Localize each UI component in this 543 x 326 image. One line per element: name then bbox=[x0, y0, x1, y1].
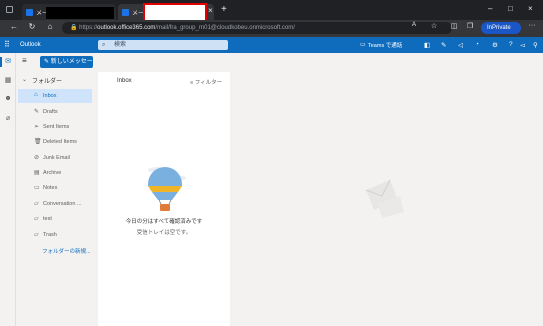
people-icon[interactable]: ☻ bbox=[4, 95, 12, 102]
maximize-icon[interactable]: □ bbox=[508, 4, 513, 13]
folder-notes[interactable]: Notes bbox=[18, 181, 92, 195]
folders-header[interactable]: フォルダー bbox=[32, 76, 62, 85]
folder-icon: ▱ bbox=[34, 232, 39, 238]
folder-deleted-items[interactable]: Deleted Items bbox=[18, 135, 92, 149]
feedback-icon[interactable]: ◅ bbox=[520, 41, 525, 49]
folder-label: Archive bbox=[43, 170, 62, 176]
help-icon[interactable]: ? bbox=[509, 41, 513, 48]
folder-conversation-history[interactable]: Conversation ... bbox=[18, 197, 92, 211]
folder-label: Sent Items bbox=[43, 124, 70, 130]
app-launcher-icon[interactable]: ⠿ bbox=[4, 40, 10, 49]
folder-trash[interactable]: Trash bbox=[18, 228, 92, 242]
filter-label: フィルター bbox=[194, 80, 223, 86]
folder-sent-items[interactable]: Sent Items bbox=[18, 120, 92, 134]
teams-call-button[interactable]: Teams で通話 bbox=[368, 41, 402, 49]
app-rail bbox=[0, 53, 16, 326]
new-message-label: 新しいメッセージ bbox=[44, 59, 93, 77]
todo-icon[interactable]: ✎ bbox=[441, 41, 446, 49]
teams-call-icon: ▭ bbox=[360, 42, 366, 48]
folder-icon: ▱ bbox=[34, 216, 39, 222]
folder-drafts[interactable]: Drafts bbox=[18, 105, 92, 119]
search-icon: ⌕ bbox=[102, 42, 106, 48]
folder-label: Drafts bbox=[43, 109, 58, 115]
home-icon[interactable]: ⌂ bbox=[44, 22, 56, 31]
send-icon: ➢ bbox=[34, 124, 40, 130]
empty-state-subtitle: 受信トレイは空です。 bbox=[136, 230, 192, 236]
folder-label: Junk Email bbox=[43, 155, 70, 161]
junk-icon: ⊘ bbox=[34, 155, 40, 161]
hot-air-balloon-illustration bbox=[148, 167, 186, 211]
account-icon[interactable]: ⚲ bbox=[533, 41, 538, 49]
folder-label: test bbox=[43, 216, 52, 222]
rail-active-indicator bbox=[0, 57, 2, 67]
note-icon: ▭ bbox=[34, 185, 40, 191]
folder-inbox[interactable]: Inbox bbox=[18, 89, 92, 103]
search-input[interactable]: 検索 bbox=[98, 40, 228, 50]
gear-icon[interactable]: ⚙ bbox=[492, 41, 498, 49]
folder-test[interactable]: test bbox=[18, 212, 92, 226]
folder-label: Trash bbox=[43, 232, 57, 238]
browser-window-menu-icon[interactable] bbox=[6, 6, 13, 13]
collections-icon[interactable]: ❐ bbox=[464, 22, 476, 30]
hamburger-menu-icon[interactable]: ≡ bbox=[22, 56, 27, 65]
pencil-icon: ✎ bbox=[34, 109, 40, 115]
back-icon[interactable]: ← bbox=[8, 22, 20, 31]
close-tab-icon[interactable]: × bbox=[208, 6, 213, 15]
envelope-illustration-icon bbox=[365, 179, 404, 218]
app-name: Outlook bbox=[20, 42, 41, 48]
new-tab-icon[interactable]: + bbox=[221, 4, 227, 15]
chevron-down-icon[interactable]: ⌄ bbox=[22, 76, 27, 83]
folder-archive[interactable]: Archive bbox=[18, 166, 92, 180]
folder-icon: ▱ bbox=[34, 201, 39, 207]
url-lock-icon: 🔒 bbox=[70, 25, 80, 31]
empty-state-title: 今日の分はすべて確認済みです bbox=[125, 219, 203, 225]
close-window-icon[interactable]: × bbox=[528, 4, 533, 13]
archive-icon: ▤ bbox=[34, 170, 40, 176]
split-screen-icon[interactable]: ◫ bbox=[448, 22, 460, 30]
folder-label: Deleted Items bbox=[43, 139, 77, 145]
redacted-region bbox=[46, 7, 114, 19]
compose-icon: ✎ bbox=[44, 59, 51, 65]
tab-favicon-icon bbox=[122, 8, 129, 16]
bell-icon[interactable]: ◔ bbox=[475, 41, 479, 48]
filter-button[interactable]: ≡ フィルター bbox=[190, 78, 222, 86]
url-path: /mail/fra_group_rn01@cloudkobeu.onmicros… bbox=[155, 25, 295, 31]
folder-label: Conversation ... bbox=[43, 201, 82, 207]
folder-label: Notes bbox=[43, 185, 58, 191]
new-folder-link[interactable]: フォルダーの新規... bbox=[42, 247, 91, 255]
url-prefix: https:// bbox=[79, 25, 98, 31]
tab-favicon-icon bbox=[26, 8, 33, 16]
favorite-star-icon[interactable]: ☆ bbox=[428, 22, 440, 30]
refresh-icon[interactable]: ↻ bbox=[26, 22, 38, 31]
minimize-icon[interactable]: – bbox=[488, 4, 492, 13]
new-message-button[interactable]: ✎ 新しいメッセージ bbox=[40, 56, 93, 77]
folder-junk-email[interactable]: Junk Email bbox=[18, 151, 92, 165]
message-list-title: Inbox bbox=[117, 78, 132, 84]
folder-label: Inbox bbox=[43, 93, 57, 99]
attach-icon[interactable]: ⌀ bbox=[4, 114, 12, 122]
url-host: outlook.office365.com bbox=[97, 25, 156, 31]
onenote-icon[interactable]: ◧ bbox=[424, 41, 430, 49]
inbox-icon: ⌂ bbox=[34, 92, 38, 98]
address-bar[interactable]: 🔒 https://outlook.office365.com/mail/fra… bbox=[62, 22, 452, 34]
more-menu-icon[interactable]: ··· bbox=[526, 22, 538, 29]
calendar-icon[interactable]: ▦ bbox=[4, 76, 12, 84]
megaphone-icon[interactable]: ◁ bbox=[458, 41, 463, 49]
trash-icon: 🗑 bbox=[34, 139, 42, 145]
inprivate-badge[interactable]: InPrivate bbox=[481, 22, 521, 34]
read-aloud-icon[interactable]: A bbox=[408, 22, 420, 28]
mail-icon[interactable]: ✉ bbox=[4, 57, 12, 65]
